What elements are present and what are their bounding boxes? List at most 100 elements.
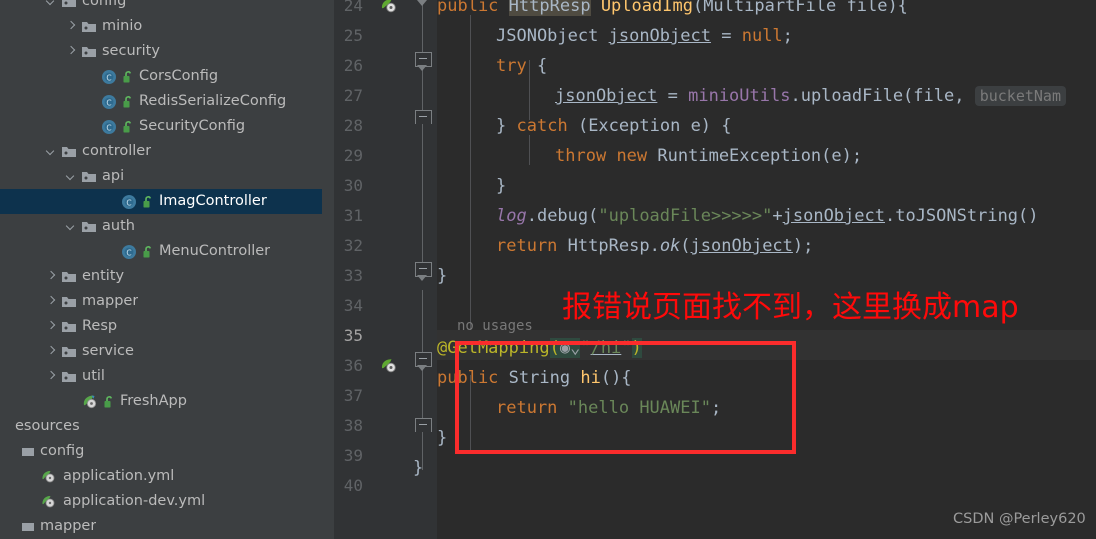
spring-boot-app-icon [81, 393, 98, 410]
chevron-right-icon[interactable] [66, 21, 77, 32]
line-number-28[interactable]: 28 [334, 111, 363, 141]
tree-item-security[interactable]: security [0, 39, 322, 64]
tree-item-label: application.yml [63, 468, 175, 484]
resource-folder-icon [21, 521, 35, 533]
code-text-area[interactable]: public HttpResp UploadImg(MultipartFile … [413, 0, 1096, 539]
code-line-31[interactable]: log.debug("uploadFile>>>>>"+jsonObject.t… [437, 201, 1039, 231]
tree-item-api[interactable]: api [0, 164, 322, 189]
line-number-34[interactable]: 34 [334, 291, 363, 321]
line-number-26[interactable]: 26 [334, 51, 363, 81]
line-number-31[interactable]: 31 [334, 201, 363, 231]
tree-item-util[interactable]: util [0, 364, 322, 389]
tree-item-config[interactable]: config [0, 439, 322, 464]
fold-arrow-icon[interactable] [417, 0, 427, 6]
tree-item-label: minio [102, 18, 143, 34]
tree-item-label: config [82, 0, 127, 9]
code-line-32[interactable]: return HttpResp.ok(jsonObject); [437, 231, 813, 261]
public-unlock-icon [122, 120, 134, 134]
chevron-down-icon[interactable] [66, 221, 77, 232]
line-number-24[interactable]: 24 [334, 0, 363, 21]
java-class-icon: C [121, 244, 137, 260]
annotation-highlight-box [455, 341, 796, 454]
tree-item-mapper[interactable]: mapper [0, 289, 322, 314]
line-number-32[interactable]: 32 [334, 231, 363, 261]
tree-item-corsconfig[interactable]: C CorsConfig [0, 64, 322, 89]
line-number-25[interactable]: 25 [334, 21, 363, 51]
tree-item-label: api [102, 168, 125, 184]
tree-item-entity[interactable]: entity [0, 264, 322, 289]
line-number-33[interactable]: 33 [334, 261, 363, 291]
chevron-down-icon[interactable] [46, 0, 57, 7]
code-line-25[interactable]: JSONObject jsonObject = null; [437, 21, 793, 51]
tree-item-auth[interactable]: auth [0, 214, 322, 239]
code-line-33[interactable]: } [437, 261, 447, 291]
tree-item-service[interactable]: service [0, 339, 322, 364]
svg-text:C: C [106, 73, 111, 82]
tree-item-menucontroller[interactable]: C MenuController [0, 239, 322, 264]
code-line-29[interactable]: throw new RuntimeException(e); [437, 141, 862, 171]
spring-bean-run-icon[interactable] [380, 0, 397, 18]
folder-icon [61, 295, 77, 309]
sidebar-scrollbar-track[interactable] [322, 0, 654, 539]
chevron-right-icon[interactable] [46, 271, 57, 282]
tree-item-config[interactable]: config [0, 0, 322, 14]
fold-arrow-icon[interactable] [417, 365, 427, 371]
line-number-30[interactable]: 30 [334, 171, 363, 201]
fold-arrow-icon[interactable] [417, 65, 427, 71]
tree-item-esources[interactable]: esources [0, 414, 322, 439]
line-number-39[interactable]: 39 [334, 441, 363, 471]
fold-arrow-icon[interactable] [417, 275, 427, 281]
java-class-icon: C [101, 119, 117, 135]
chevron-down-icon[interactable] [46, 146, 57, 157]
code-line-28[interactable]: } catch (Exception e) { [437, 111, 732, 141]
line-number-27[interactable]: 27 [334, 81, 363, 111]
code-line-24[interactable]: public HttpResp UploadImg(MultipartFile … [437, 0, 908, 21]
chevron-right-icon[interactable] [46, 346, 57, 357]
tree-item-freshapp[interactable]: FreshApp [0, 389, 322, 414]
tree-item-application-yml[interactable]: application.yml [0, 464, 322, 489]
spring-bean-run-icon[interactable] [380, 357, 397, 378]
tree-item-label: SecurityConfig [139, 118, 246, 134]
fold-connector-line [422, 290, 423, 470]
code-line-39[interactable]: } [413, 453, 423, 483]
code-line-27[interactable]: jsonObject = minioUtils.uploadFile(file,… [437, 81, 1066, 111]
project-tree-panel[interactable]: config minio security C CorsConfig C RedisSeri… [0, 0, 322, 539]
tree-item-imagcontroller[interactable]: C ImagController [0, 189, 322, 214]
line-number-36[interactable]: 36 [334, 351, 363, 381]
fold-region-end-marker[interactable] [415, 418, 432, 432]
watermark-text: CSDN @Perley620 [953, 511, 1086, 527]
line-number-40[interactable]: 40 [334, 471, 363, 501]
line-number-37[interactable]: 37 [334, 381, 363, 411]
code-editor[interactable]: 24 25 26 27 28 29 30 31 32 33 34 35 36 37 38 39 40 publi… [334, 0, 1096, 539]
line-number-29[interactable]: 29 [334, 141, 363, 171]
usage-inlay-hint[interactable]: no usages [457, 318, 533, 334]
tree-item-label: ImagController [159, 193, 267, 209]
line-number-38[interactable]: 38 [334, 411, 363, 441]
chevron-right-icon[interactable] [46, 321, 57, 332]
resource-folder-icon [21, 446, 35, 458]
code-line-30[interactable]: } [437, 171, 506, 201]
code-line-26[interactable]: try { [437, 51, 547, 81]
chevron-right-icon[interactable] [46, 296, 57, 307]
chevron-right-icon[interactable] [66, 46, 77, 57]
folder-icon [81, 170, 97, 184]
tree-item-label: mapper [82, 293, 139, 309]
tree-item-application-dev-yml[interactable]: application-dev.yml [0, 489, 322, 514]
fold-region-end-marker[interactable] [415, 110, 432, 124]
chevron-right-icon[interactable] [46, 371, 57, 382]
public-unlock-icon [122, 70, 134, 84]
tree-item-securityconfig[interactable]: C SecurityConfig [0, 114, 322, 139]
tree-item-controller[interactable]: controller [0, 139, 322, 164]
tree-item-redisserializeconfig[interactable]: C RedisSerializeConfig [0, 89, 322, 114]
tree-item-mapper[interactable]: mapper [0, 514, 322, 539]
tree-item-label: esources [15, 418, 80, 434]
tree-item-minio[interactable]: minio [0, 14, 322, 39]
editor-gutter[interactable]: 24 25 26 27 28 29 30 31 32 33 34 35 36 37 38 39 40 [334, 0, 409, 539]
code-line-38[interactable]: } [437, 423, 447, 453]
tree-item-resp[interactable]: Resp [0, 314, 322, 339]
line-number-35[interactable]: 35 [334, 321, 363, 351]
chevron-down-icon[interactable] [66, 171, 77, 182]
